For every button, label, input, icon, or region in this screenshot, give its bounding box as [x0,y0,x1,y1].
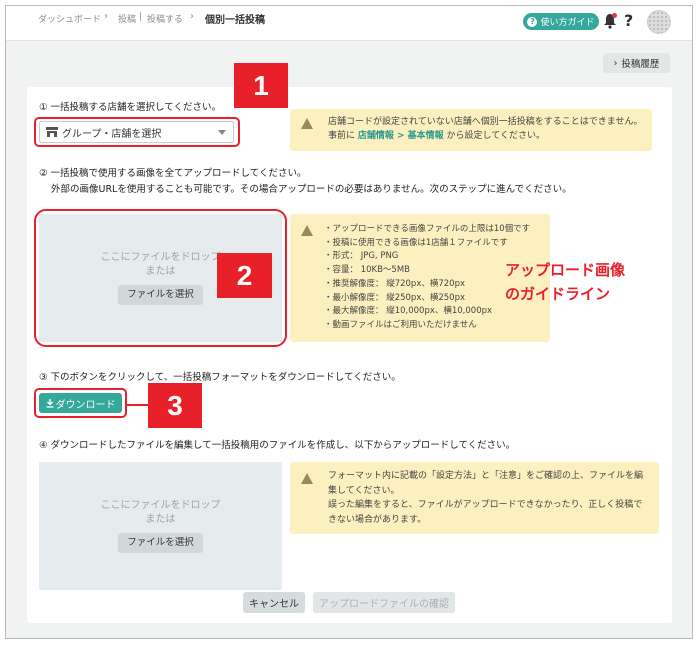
warning-text-line2: 事前に 店舗情報 > 基本情報 から設定してください。 [328,131,546,141]
guideline-item: ・推奨解像度： 縦720px、横720px [324,278,466,289]
post-history-label: 投稿履歴 [621,59,660,70]
drop-zone-or: または [145,514,176,525]
annotation-callout-2: 2 [217,253,272,298]
cancel-button[interactable]: キャンセル [243,592,305,613]
guideline-item: ・形式： JPG, PNG [324,251,399,262]
step4-label: ④ ダウンロードしたファイルを編集して一括投稿用のファイルを作成し、以下からアッ… [39,440,516,451]
breadcrumb-separator: › [190,11,194,22]
warning-text-line1: 店舗コードが設定されていない店舗へ個別一括投稿をすることはできません。 [328,117,643,127]
annotation-callout-1: 1 [234,63,288,108]
guideline-item: ・動画ファイルはご利用いただけません [324,319,477,330]
step3-label: ③ 下のボタンをクリックして、一括投稿フォーマットをダウンロードしてください。 [39,372,401,383]
guideline-item: ・最大解像度： 縦10,000px、横10,000px [324,306,493,317]
format-edit-warning: フォーマット内に記載の「設定方法」と「注意」をご確認の上、ファイルを編 集してく… [290,462,659,534]
guideline-list: ・アップロードできる画像ファイルの上限は10個です ・投稿に使用できる画像は1店… [324,223,530,333]
store-info-link[interactable]: 店舗情報 > 基本情報 [358,131,444,141]
guideline-item: ・アップロードできる画像ファイルの上限は10個です [324,224,531,234]
annotation-note-line1: アップロード画像 [505,261,626,279]
chevron-right-icon: › [613,57,618,69]
annotation-note-line2: のガイドライン [505,285,611,303]
warning-text-line: フォーマット内に記載の「設定方法」と「注意」をご確認の上、ファイルを編 [328,471,644,481]
step2-label-line2: 外部の画像URLを使用することも可能です。その場合アップロードの必要はありません… [51,184,572,195]
guideline-item: ・容量： 10KB〜5MB [324,265,410,276]
usage-guide-label: 使い方ガイド [540,18,595,28]
post-history-button[interactable]: › 投稿履歴 [603,53,670,73]
annotation-box-1 [34,117,240,147]
breadcrumb-dashboard[interactable]: ダッシュボード [38,12,101,25]
annotation-box-3 [34,388,127,418]
guideline-item: ・最小解像度： 縦250px、横250px [324,292,466,303]
question-circle-icon: ? [527,16,538,27]
store-code-warning: 店舗コードが設定されていない店舗へ個別一括投稿をすることはできません。 事前に … [290,109,652,151]
drop-zone-text: ここにファイルをドロップ [100,500,221,511]
breadcrumb-current: 個別一括投稿 [205,15,265,26]
warning-text-line: きない場合があります。 [328,514,427,525]
avatar[interactable] [647,10,671,34]
warning-icon [301,118,313,129]
breadcrumb-posting[interactable]: 投稿する [147,12,183,25]
warning-text-line: 集してください。 [328,485,400,496]
format-drop-zone[interactable]: ここにファイルをドロップ または ファイルを選択 [39,462,282,590]
step1-label: ① 一括投稿する店舗を選択してください。 [39,102,221,113]
annotation-callout-3: 3 [148,383,202,428]
warning-text-line: 誤った編集をすると、ファイルがアップロードできなかったり、正しく投稿で [328,500,643,510]
confirm-upload-button[interactable]: アップロードファイルの確認 [313,592,455,613]
breadcrumb-divider: | [139,12,143,22]
breadcrumb-separator: › [104,11,108,22]
guideline-item: ・投稿に使用できる画像は1店舗１ファイルです [324,237,508,248]
help-icon[interactable]: ? [624,11,633,30]
step2-label-line1: ② 一括投稿で使用する画像を全てアップロードしてください。 [39,168,307,179]
annotation-note: アップロード画像 のガイドライン [505,258,625,306]
breadcrumb-post[interactable]: 投稿 [118,12,136,25]
format-file-select-button[interactable]: ファイルを選択 [118,533,203,553]
warning-icon [301,225,313,236]
usage-guide-button[interactable]: ? 使い方ガイド [523,13,599,30]
notification-dot [612,13,617,18]
warning-icon [301,473,313,484]
